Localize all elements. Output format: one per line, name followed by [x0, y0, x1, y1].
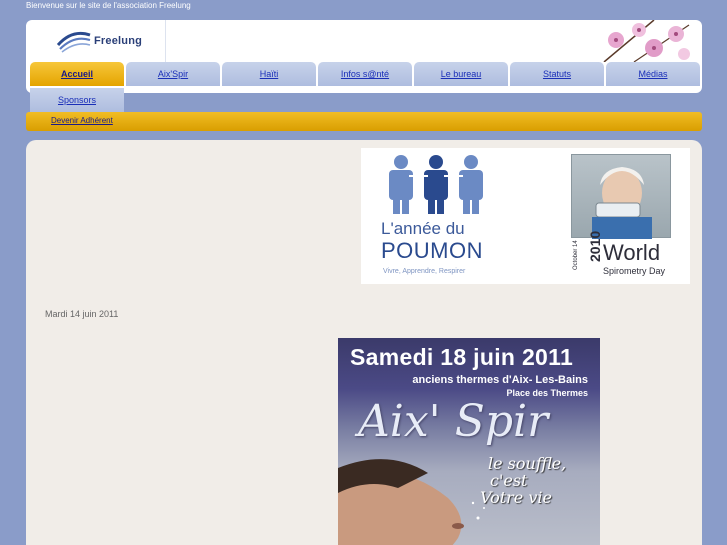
header-panel: Freelung Accueil Aix'Spir Haïti Infos s@… [26, 20, 702, 93]
freelung-logo[interactable]: Freelung [52, 20, 166, 62]
poster-venue: anciens thermes d'Aix- Les-Bains [412, 374, 588, 386]
world-oct-label: October 14 [573, 240, 579, 270]
flowers-decoration [603, 20, 690, 62]
annee-du-poumon-banner[interactable]: L'année du POUMON Vivre, Apprendre, Resp… [361, 148, 690, 284]
logo-text: Freelung [94, 35, 143, 47]
welcome-text: Bienvenue sur le site de l'association F… [26, 1, 191, 10]
main-nav: Accueil Aix'Spir Haïti Infos s@nté Le bu… [30, 62, 700, 86]
tab-sponsors[interactable]: Sponsors [30, 88, 124, 112]
poumon-title-line2: POUMON [381, 238, 483, 263]
devenir-adherent-link[interactable]: Devenir Adhérent [51, 116, 113, 125]
tab-accueil[interactable]: Accueil [30, 62, 124, 86]
world-subtitle: Spirometry Day [603, 266, 666, 276]
world-year: 2010 [587, 230, 603, 262]
people-lungs-icon [389, 155, 483, 214]
world-title: World [603, 240, 661, 265]
world-spirometry-day: October 14 2010 World Spirometry Day [571, 154, 671, 280]
article-date: Mardi 14 juin 2011 [45, 309, 119, 319]
lung-swirl-icon [56, 31, 91, 53]
tab-infos-sante[interactable]: Infos s@nté [318, 62, 412, 86]
tab-le-bureau[interactable]: Le bureau [414, 62, 508, 86]
submenu-bar: Devenir Adhérent [26, 112, 702, 131]
poumon-tagline: Vivre, Apprendre, Respirer [383, 268, 466, 275]
poster-date: Samedi 18 juin 2011 [350, 344, 574, 370]
aixspir-poster[interactable]: Samedi 18 juin 2011 anciens thermes d'Ai… [338, 338, 600, 545]
tab-aixspir[interactable]: Aix'Spir [126, 62, 220, 86]
tab-statuts[interactable]: Statuts [510, 62, 604, 86]
spirometry-photo [571, 154, 671, 239]
poster-event-name: Aix' Spir [358, 396, 549, 447]
child-face-image [338, 459, 485, 545]
tab-haiti[interactable]: Haïti [222, 62, 316, 86]
tab-medias[interactable]: Médias [606, 62, 700, 86]
poumon-title-line1: L'année du [381, 219, 465, 238]
content-panel: L'année du POUMON Vivre, Apprendre, Resp… [26, 140, 702, 545]
poster-slogan-line3: Votre vie [480, 488, 552, 507]
